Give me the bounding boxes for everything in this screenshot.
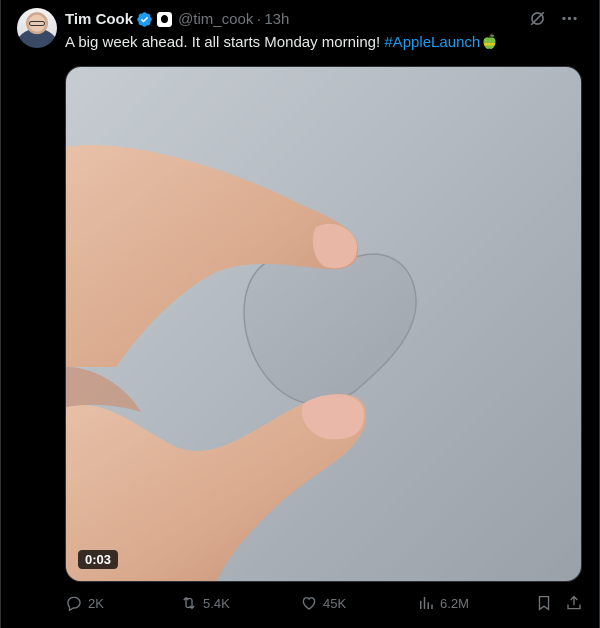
retweet-icon [183, 596, 195, 610]
retweet-count: 5.4K [203, 595, 230, 611]
more-options-icon[interactable] [559, 8, 579, 28]
views-count: 6.2M [440, 595, 469, 611]
views-chart-icon [420, 597, 433, 609]
views-button[interactable]: 6.2M [417, 594, 469, 612]
tweet-body: A big week ahead. It all starts Monday m… [65, 34, 381, 51]
tweet-text: A big week ahead. It all starts Monday m… [65, 33, 497, 53]
verified-badge-icon[interactable] [136, 11, 153, 28]
share-button[interactable] [565, 594, 583, 612]
reply-count: 2K [88, 595, 104, 611]
avatar[interactable] [17, 8, 57, 48]
share-icon [567, 595, 581, 610]
author-handle[interactable]: @tim_cook [178, 11, 253, 28]
tweet-actions: 2K 5.4K 45K 6.2M [65, 594, 585, 616]
bookmark-button[interactable] [535, 594, 553, 612]
bookmark-icon [538, 595, 550, 611]
green-apple-emoji-icon [482, 33, 497, 50]
tweet[interactable]: Tim Cook @tim_cook · 13h A big week ahea… [0, 0, 600, 628]
video-timestamp: 0:03 [78, 550, 119, 569]
video-frame-illustration [66, 145, 417, 581]
tweet-video[interactable]: 0:03 [65, 66, 582, 582]
like-count: 45K [323, 595, 347, 611]
retweet-button[interactable]: 5.4K [180, 594, 230, 612]
tweet-time[interactable]: 13h [264, 11, 289, 28]
tweet-top-actions [527, 8, 579, 28]
grok-icon[interactable] [527, 8, 547, 28]
like-button[interactable]: 45K [300, 594, 346, 612]
reply-button[interactable]: 2K [65, 594, 104, 612]
tweet-header: Tim Cook @tim_cook · 13h [65, 9, 289, 29]
reply-icon [67, 596, 81, 612]
author-name[interactable]: Tim Cook [65, 11, 133, 28]
hashtag-link[interactable]: #AppleLaunch [384, 34, 480, 51]
avatar-glasses [29, 21, 45, 26]
affiliation-apple-icon[interactable] [157, 11, 173, 27]
heart-icon [302, 597, 316, 610]
header-separator: · [256, 10, 262, 28]
